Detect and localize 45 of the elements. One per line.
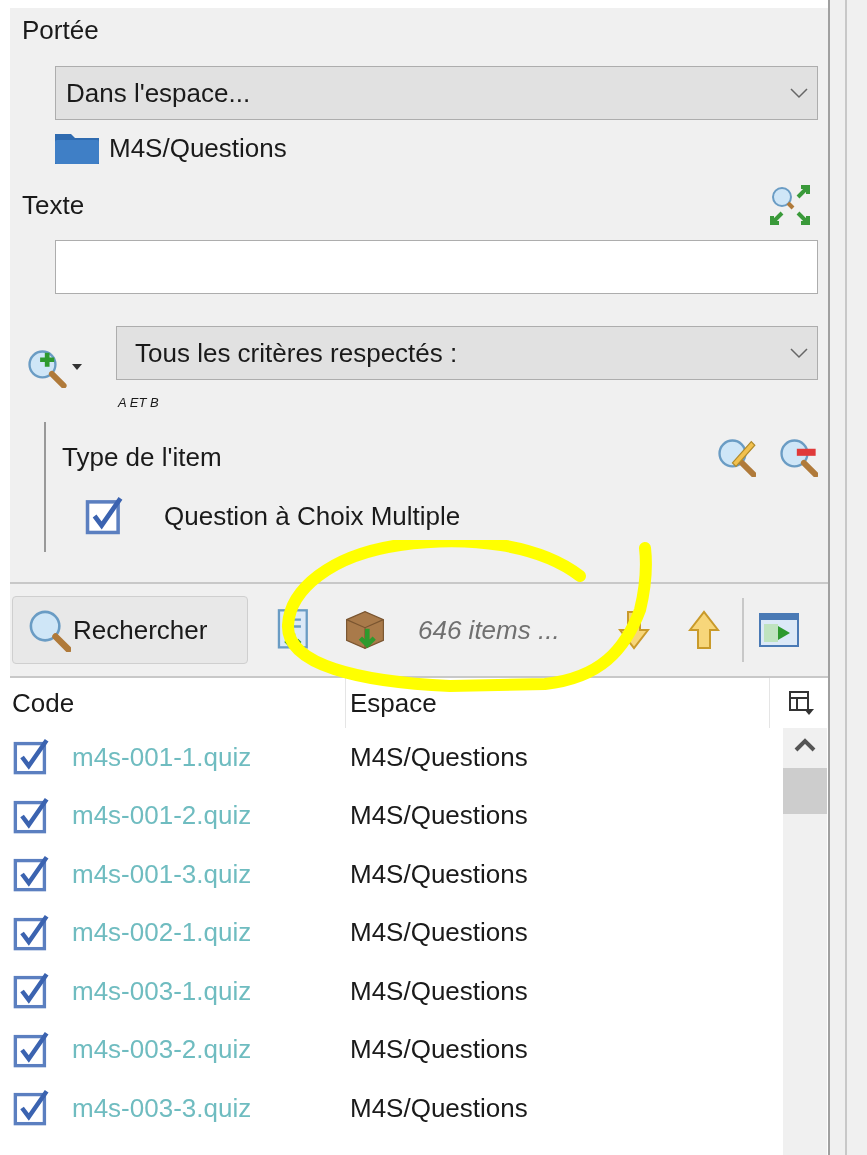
scope-label: Portée xyxy=(21,13,100,47)
result-count: 646 items ... xyxy=(418,613,561,647)
table-cell-text: M4S/Questions xyxy=(349,740,529,774)
dropdown[interactable]: Dans l'espace... xyxy=(55,66,818,120)
edit-criterion-icon xyxy=(716,437,756,477)
checked-checkbox[interactable] xyxy=(12,972,50,1011)
checked-checkbox[interactable] xyxy=(12,913,50,952)
table-cell-text: M4S/Questions xyxy=(349,857,529,891)
scrollbar-thumb[interactable] xyxy=(783,768,827,814)
file-link[interactable]: m4s-001-3.quiz xyxy=(72,854,252,894)
table-cell-text: M4S/Questions xyxy=(349,799,529,833)
file-link[interactable]: m4s-003-3.quiz xyxy=(72,1088,252,1128)
text-label: Texte xyxy=(22,188,85,222)
criteria-hint: A ET B xyxy=(116,394,160,412)
file-link[interactable]: m4s-002-1.quiz xyxy=(72,913,252,953)
magnifier-arrows-icon xyxy=(768,183,812,227)
panel-toggle-button[interactable] xyxy=(758,612,800,648)
column-chooser-icon xyxy=(788,689,816,717)
checked-checkbox[interactable] xyxy=(12,796,50,835)
chevron-down-icon xyxy=(789,347,809,359)
checked-checkbox[interactable] xyxy=(12,738,50,777)
option-label: Question à Choix Multiple xyxy=(164,499,461,533)
table-cell-text: M4S/Questions xyxy=(349,1033,529,1067)
file-link[interactable]: m4s-003-2.quiz xyxy=(72,1030,252,1070)
dropdown[interactable]: Tous les critères respectés : xyxy=(116,326,818,380)
checked-checkbox[interactable] xyxy=(12,855,50,894)
column-header[interactable]: Code xyxy=(10,678,346,728)
checked-checkbox[interactable] xyxy=(12,1089,50,1128)
file-link[interactable]: m4s-001-2.quiz xyxy=(72,796,252,836)
table-cell-text: M4S/Questions xyxy=(349,916,529,950)
scroll-up-icon xyxy=(794,738,816,752)
search-button[interactable]: Rechercher xyxy=(12,596,248,664)
file-link[interactable]: m4s-003-1.quiz xyxy=(72,971,252,1011)
remove-criterion-icon xyxy=(778,437,818,477)
folder-path[interactable]: M4S/Questions xyxy=(109,128,287,168)
search-icon xyxy=(27,608,71,652)
table-cell-text: M4S/Questions xyxy=(349,1091,529,1125)
checked-checkbox[interactable] xyxy=(12,1030,50,1069)
text-input-field[interactable] xyxy=(55,240,818,294)
caret-down-icon xyxy=(72,364,82,372)
chevron-down-icon xyxy=(789,87,809,99)
table-cell-text: M4S/Questions xyxy=(349,974,529,1008)
file-link[interactable]: m4s-001-1.quiz xyxy=(72,737,252,777)
column-header[interactable]: Espace xyxy=(346,678,770,728)
criterion-title: Type de l'item xyxy=(62,440,222,474)
